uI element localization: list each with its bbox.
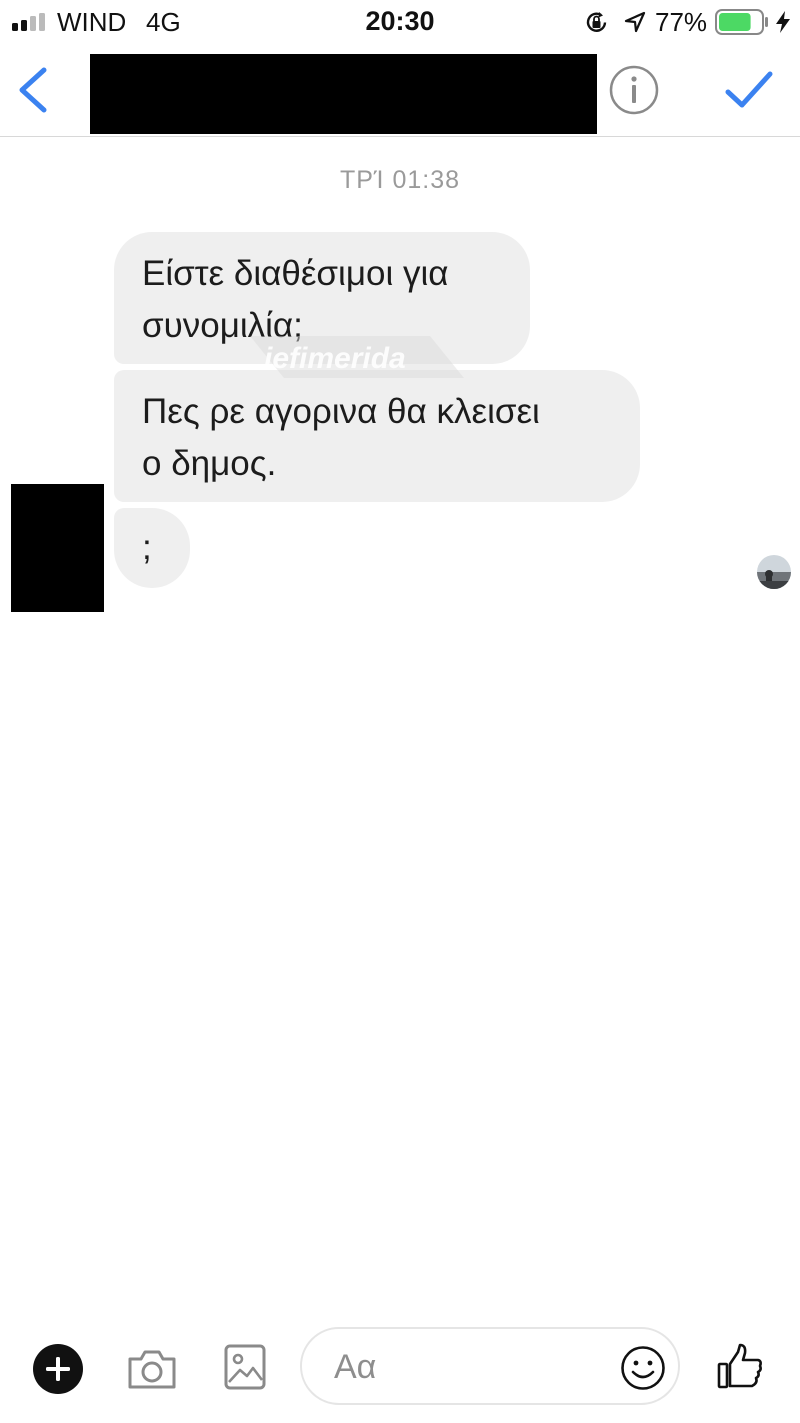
plus-icon[interactable] <box>33 1344 83 1394</box>
sender-avatar-redacted[interactable] <box>11 484 104 612</box>
message-text-line: Πες ρε αγορινα θα κλεισει <box>142 392 540 431</box>
gallery-icon[interactable] <box>224 1344 266 1390</box>
message-text-line: ο δημος. <box>142 444 277 483</box>
message-text-line: Είστε διαθέσιμοι για <box>142 254 449 293</box>
thumbs-up-icon[interactable] <box>716 1342 764 1390</box>
rotation-lock-icon <box>586 12 607 32</box>
message-input[interactable] <box>332 1341 606 1393</box>
charging-bolt-icon <box>776 11 790 33</box>
status-bar: WIND 4G 20:30 77% <box>0 0 800 44</box>
checkmark-icon[interactable] <box>724 68 774 112</box>
watermark-text: iefimerida <box>264 342 406 375</box>
camera-icon[interactable] <box>126 1347 178 1391</box>
message-input-box[interactable] <box>300 1327 680 1405</box>
battery-icon <box>715 9 768 35</box>
info-icon[interactable] <box>608 64 660 116</box>
watermark-logo: iefimerida <box>250 336 464 378</box>
contact-name-redacted[interactable] <box>90 54 597 134</box>
conversation-header <box>0 44 800 137</box>
back-chevron-icon[interactable] <box>14 66 54 114</box>
message-timestamp: ΤΡΊ 01:38 <box>339 166 461 194</box>
message-bubble[interactable]: Πες ρε αγορινα θα κλεισει ο δημος. <box>114 370 640 502</box>
battery-percent: 77% <box>655 7 708 37</box>
message-text-line: ; <box>142 528 152 567</box>
read-receipt-avatar <box>757 555 791 589</box>
location-arrow-icon <box>624 11 646 33</box>
emoji-icon[interactable] <box>620 1345 666 1391</box>
message-bubble[interactable]: ; <box>114 508 190 588</box>
message-composer <box>0 1318 800 1423</box>
